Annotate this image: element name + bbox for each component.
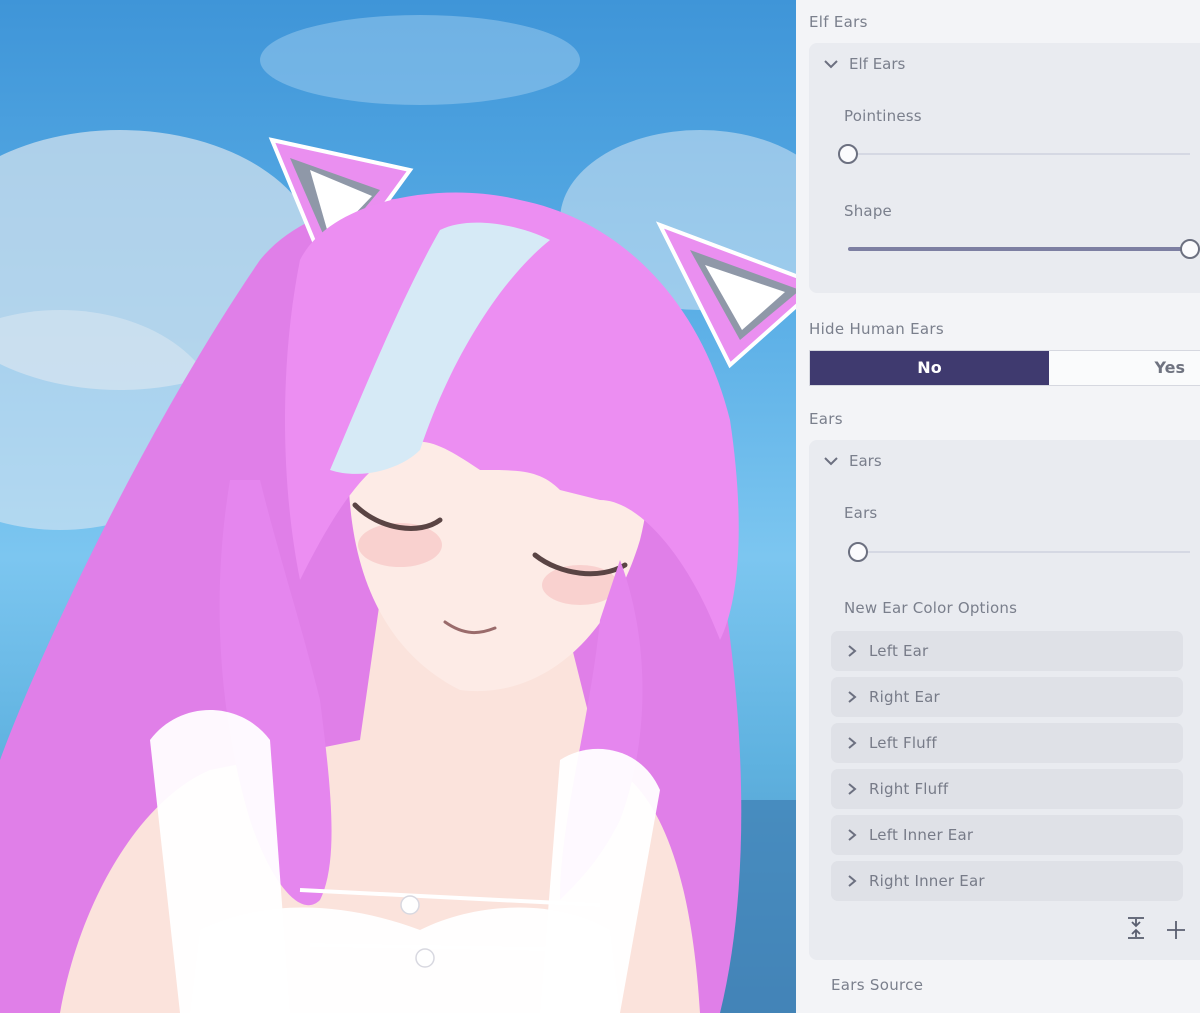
chevron-right-icon <box>848 829 857 841</box>
ears-slider[interactable] <box>848 542 1190 562</box>
color-item-label: Left Fluff <box>869 734 937 752</box>
new-ear-color-options-label: New Ear Color Options <box>844 599 1018 617</box>
ears-source-label: Ears Source <box>831 976 924 994</box>
color-item-left-ear[interactable]: Left Ear <box>831 631 1183 671</box>
ears-card: Ears Ears New Ear Color Options Left Ear… <box>809 440 1200 960</box>
hide-human-ears-label: Hide Human Ears <box>809 320 944 338</box>
chevron-right-icon <box>848 783 857 795</box>
avatar-scene <box>0 15 796 1013</box>
chevron-down-icon <box>824 457 838 466</box>
chevron-right-icon <box>848 691 857 703</box>
color-item-left-inner-ear[interactable]: Left Inner Ear <box>831 815 1183 855</box>
shape-slider[interactable] <box>848 239 1200 259</box>
toggle-option-no[interactable]: No <box>810 351 1049 385</box>
chevron-right-icon <box>848 737 857 749</box>
elf-ears-card-title: Elf Ears <box>849 55 906 73</box>
shape-label: Shape <box>844 202 892 220</box>
color-item-label: Left Ear <box>869 642 929 660</box>
color-item-right-inner-ear[interactable]: Right Inner Ear <box>831 861 1183 901</box>
color-item-left-fluff[interactable]: Left Fluff <box>831 723 1183 763</box>
color-item-label: Right Fluff <box>869 780 949 798</box>
settings-panel: Elf Ears Elf Ears Pointiness Shape Hide … <box>796 0 1200 1013</box>
chevron-down-icon <box>824 60 838 69</box>
ears-card-title: Ears <box>849 452 882 470</box>
color-item-label: Right Inner Ear <box>869 872 985 890</box>
color-item-right-fluff[interactable]: Right Fluff <box>831 769 1183 809</box>
chevron-right-icon <box>848 645 857 657</box>
bow-bottom <box>415 948 435 968</box>
color-item-right-ear[interactable]: Right Ear <box>831 677 1183 717</box>
color-item-label: Left Inner Ear <box>869 826 974 844</box>
pointiness-label: Pointiness <box>844 107 922 125</box>
slider-thumb[interactable] <box>838 144 858 164</box>
hide-human-ears-toggle: No Yes <box>809 350 1200 386</box>
bow-top <box>400 895 420 915</box>
toggle-option-yes[interactable]: Yes <box>1049 351 1200 385</box>
color-item-label: Right Ear <box>869 688 940 706</box>
collapse-all-icon[interactable] <box>1125 916 1147 940</box>
elf-ears-card: Elf Ears Pointiness Shape <box>809 43 1200 293</box>
slider-thumb[interactable] <box>848 542 869 562</box>
chevron-right-icon <box>848 875 857 887</box>
elf-ears-card-header[interactable]: Elf Ears <box>823 55 905 73</box>
ears-slider-label: Ears <box>844 504 878 522</box>
plus-icon[interactable] <box>1165 918 1187 942</box>
avatar-viewport[interactable] <box>0 0 796 1013</box>
pointiness-slider[interactable] <box>838 144 1190 164</box>
elf-ears-section-title: Elf Ears <box>809 13 868 31</box>
ears-section-title: Ears <box>809 410 843 428</box>
ears-card-header[interactable]: Ears <box>823 452 882 470</box>
slider-thumb[interactable] <box>1180 239 1200 259</box>
